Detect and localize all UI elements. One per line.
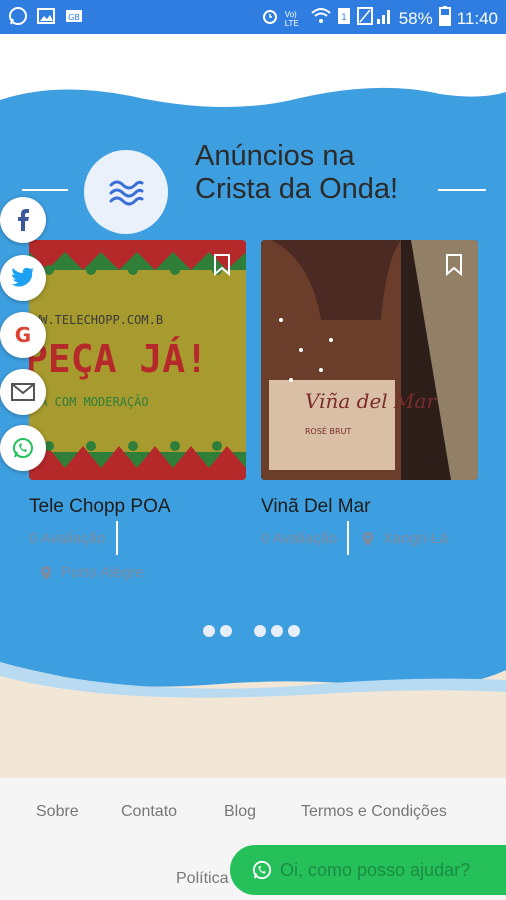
twitter-icon [11, 268, 34, 287]
whatsapp-share-button[interactable] [0, 425, 46, 471]
meta-divider [116, 521, 118, 555]
carousel-dot[interactable] [271, 625, 283, 637]
card-image-label-text: Viña del Mar [305, 389, 437, 413]
status-bar: GB Vo) LTE 1 58% 11:40 [0, 0, 506, 34]
whatsapp-icon [13, 438, 33, 458]
facebook-share-button[interactable] [0, 197, 46, 243]
bookmark-icon[interactable] [444, 254, 464, 277]
whatsapp-help-button[interactable]: Oi, como posso ajudar? [230, 845, 506, 895]
card-rating: 0 Avaliação [261, 530, 338, 547]
whatsapp-help-label: Oi, como posso ajudar? [280, 859, 471, 880]
google-icon: G [15, 324, 31, 346]
facebook-icon [18, 209, 29, 231]
title-line-left [22, 189, 68, 191]
card-rating: 0 Avaliação [29, 530, 106, 547]
footer-link-contato[interactable]: Contato [121, 803, 177, 821]
card-image-footer-text: BA COM MODERAÇÃO [33, 394, 149, 409]
twitter-share-button[interactable] [0, 255, 46, 301]
clock: 11:40 [456, 8, 498, 28]
title-line-right [438, 189, 486, 191]
card-title-vina-del-mar[interactable]: Vinã Del Mar [261, 496, 370, 518]
carousel-dot[interactable] [288, 625, 300, 637]
whatsapp-icon [252, 860, 272, 880]
carousel-dot[interactable] [254, 625, 266, 637]
section-title: Anúncios na Crista da Onda! [195, 140, 399, 205]
footer-link-politica[interactable]: Política [176, 870, 228, 888]
location-pin-icon [40, 565, 52, 585]
wave-logo [84, 150, 168, 234]
carousel-dot[interactable] [220, 625, 232, 637]
message-notification-icon: GB [64, 6, 84, 26]
svg-text:1: 1 [341, 13, 347, 23]
svg-text:GB: GB [68, 13, 80, 22]
card-title-tele-chopp[interactable]: Tele Chopp POA [29, 496, 171, 518]
bookmark-icon[interactable] [212, 254, 232, 277]
svg-text:G: G [15, 324, 31, 346]
email-share-button[interactable] [0, 369, 46, 415]
carousel-dot[interactable] [203, 625, 215, 637]
card-image-headline: PEÇA JÁ! [29, 337, 208, 381]
footer-link-sobre[interactable]: Sobre [36, 803, 79, 821]
mail-icon [11, 383, 35, 401]
card-image-label-sub: ROSÉ BRUT [305, 425, 351, 436]
wifi-icon [311, 7, 331, 30]
footer-link-termos[interactable]: Termos e Condições [301, 803, 447, 821]
network-label: Vo) LTE [284, 9, 299, 28]
card-location: Porto Alegre [61, 564, 144, 581]
waves-icon [109, 180, 144, 206]
gallery-notification-icon [36, 6, 56, 26]
signal-icon [356, 7, 393, 30]
alarm-icon [261, 7, 279, 30]
card-location: Xangri-Lá [383, 530, 449, 547]
footer-link-blog[interactable]: Blog [224, 803, 256, 821]
card-image-vina-del-mar[interactable]: Viña del Mar ROSÉ BRUT [261, 240, 478, 480]
card-image-url-text: WW.TELECHOPP.COM.B [33, 313, 163, 327]
meta-divider [347, 521, 349, 555]
card-image-tele-chopp[interactable]: WW.TELECHOPP.COM.B PEÇA JÁ! BA COM MODER… [29, 240, 246, 480]
google-share-button[interactable]: G [0, 312, 46, 358]
battery-icon [438, 6, 451, 31]
sim-icon: 1 [337, 7, 351, 30]
whatsapp-notification-icon [8, 6, 28, 26]
battery-percent: 58% [398, 8, 433, 28]
location-pin-icon [362, 531, 374, 551]
